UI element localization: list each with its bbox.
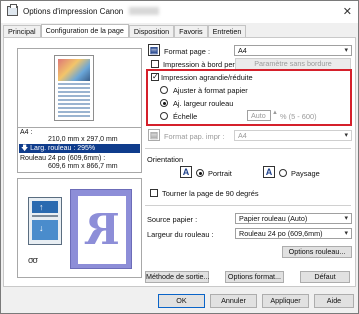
chevron-down-icon: ▾ — [344, 215, 348, 222]
format-select[interactable]: A4 ▾ — [234, 45, 352, 56]
paper-format-value: A4 — [238, 131, 247, 140]
roll-options-button[interactable]: Options rouleau... — [282, 246, 352, 258]
fit-paper-label: Ajuster à format papier — [173, 86, 248, 95]
portrait-label: Portrait — [208, 169, 232, 178]
portrait-radio[interactable] — [196, 169, 204, 177]
roll-width-value: Rouleau 24 po (609,6mm) — [239, 229, 323, 238]
redacted-model-name — [129, 7, 159, 15]
cancel-button[interactable]: Annuler — [210, 294, 257, 308]
tab-bar: Principal Configuration de la page Dispo… — [3, 24, 247, 38]
fit-paper-radio[interactable] — [160, 86, 168, 94]
scale-radio[interactable] — [160, 112, 168, 120]
orientation-label: Orientation — [147, 155, 184, 164]
roll-feed-icon: σσ — [28, 255, 38, 265]
title-bar: Options d'impression Canon ✕ — [1, 1, 358, 23]
portrait-icon: A — [180, 166, 192, 178]
format-label: Format page : — [164, 47, 211, 56]
page-format-icon: ▤ — [148, 44, 160, 56]
roll-width-select[interactable]: Rouleau 24 po (609,6mm) ▾ — [235, 228, 352, 239]
print-options-window: Options d'impression Canon ✕ Principal C… — [0, 0, 359, 314]
printer-graphic-icon: ↑ ↓ — [28, 197, 62, 245]
window-title: Options d'impression Canon — [23, 7, 124, 16]
fit-roll-width-label: Aj. largeur rouleau — [173, 99, 234, 108]
paper-format-select[interactable]: A4 ▾ — [234, 130, 352, 141]
thumbnail-text-lines — [58, 83, 90, 119]
landscape-radio[interactable] — [279, 169, 287, 177]
roll-width-highlight: 🡇 Larg. rouleau : 295% — [19, 144, 140, 153]
fit-roll-width-radio[interactable] — [160, 99, 168, 107]
scale-value: Auto — [251, 111, 266, 120]
rotate-90-checkbox[interactable] — [150, 189, 158, 197]
roll-width-label: Largeur du rouleau : — [147, 230, 214, 239]
landscape-icon: A — [263, 166, 275, 178]
paper-source-value: Papier rouleau (Auto) — [239, 214, 308, 223]
output-method-button[interactable]: Méthode de sortie... — [145, 271, 210, 283]
scale-label: Échelle — [173, 112, 198, 121]
printer-icon — [7, 4, 18, 16]
rotate-90-label: Tourner la page de 90 degrés — [162, 189, 259, 198]
paper-format-label: Format pap. impr : — [164, 132, 225, 141]
paper-source-label: Source papier : — [147, 215, 198, 224]
roll-dims: 609,6 mm x 866,7 mm — [48, 163, 118, 170]
mirror-preview: R — [70, 189, 132, 269]
enlarge-reduce-checkbox[interactable] — [151, 72, 159, 81]
format-value: A4 — [238, 46, 247, 55]
roll-paper-label: Rouleau 24 po (609,6mm) : — [20, 155, 106, 162]
thumbnail-image — [58, 59, 90, 81]
roll-width-scale: Larg. rouleau : 295% — [30, 145, 96, 152]
paper-thumbnail — [54, 55, 94, 121]
enlarge-reduce-label: Impression agrandie/réduite — [161, 73, 253, 82]
tab-page-setup[interactable]: Configuration de la page — [40, 24, 129, 38]
size-info-box: A4 : 210,0 mm x 297,0 mm 🡇 Larg. rouleau… — [17, 127, 142, 173]
mirrored-letter: R — [84, 205, 120, 254]
output-graphic: ↑ ↓ σσ R — [17, 178, 142, 278]
chevron-down-icon: ▾ — [344, 47, 348, 54]
page-setup-panel: A4 : 210,0 mm x 297,0 mm 🡇 Larg. rouleau… — [3, 37, 356, 287]
default-button[interactable]: Défaut — [300, 271, 350, 283]
borderless-label: Impression à bord perdu — [163, 60, 244, 69]
chevron-down-icon: ▾ — [344, 230, 348, 237]
up-arrow-icon: ↑ — [39, 202, 44, 212]
scale-range: % (5 - 600) — [280, 112, 317, 121]
scale-spinner-icon[interactable]: ▲ — [272, 110, 278, 116]
borderless-checkbox[interactable] — [151, 60, 159, 68]
help-button[interactable]: Aide — [314, 294, 354, 308]
paper-format-icon: ▤ — [148, 129, 160, 141]
paper-size-label: A4 : — [20, 129, 33, 136]
down-arrow-icon: ↓ — [39, 223, 44, 233]
divider — [145, 148, 351, 149]
paper-dims: 210,0 mm x 297,0 mm — [48, 136, 118, 143]
divider — [145, 205, 351, 206]
down-arrow-icon: 🡇 — [21, 145, 31, 152]
paper-source-select[interactable]: Papier rouleau (Auto) ▾ — [235, 213, 352, 224]
ok-button[interactable]: OK — [158, 294, 205, 308]
chevron-down-icon: ▾ — [344, 132, 348, 139]
landscape-label: Paysage — [291, 169, 320, 178]
scale-input[interactable]: Auto — [247, 110, 271, 121]
apply-button[interactable]: Appliquer — [262, 294, 309, 308]
close-icon[interactable]: ✕ — [343, 5, 352, 18]
format-options-button[interactable]: Options format... — [225, 271, 284, 283]
